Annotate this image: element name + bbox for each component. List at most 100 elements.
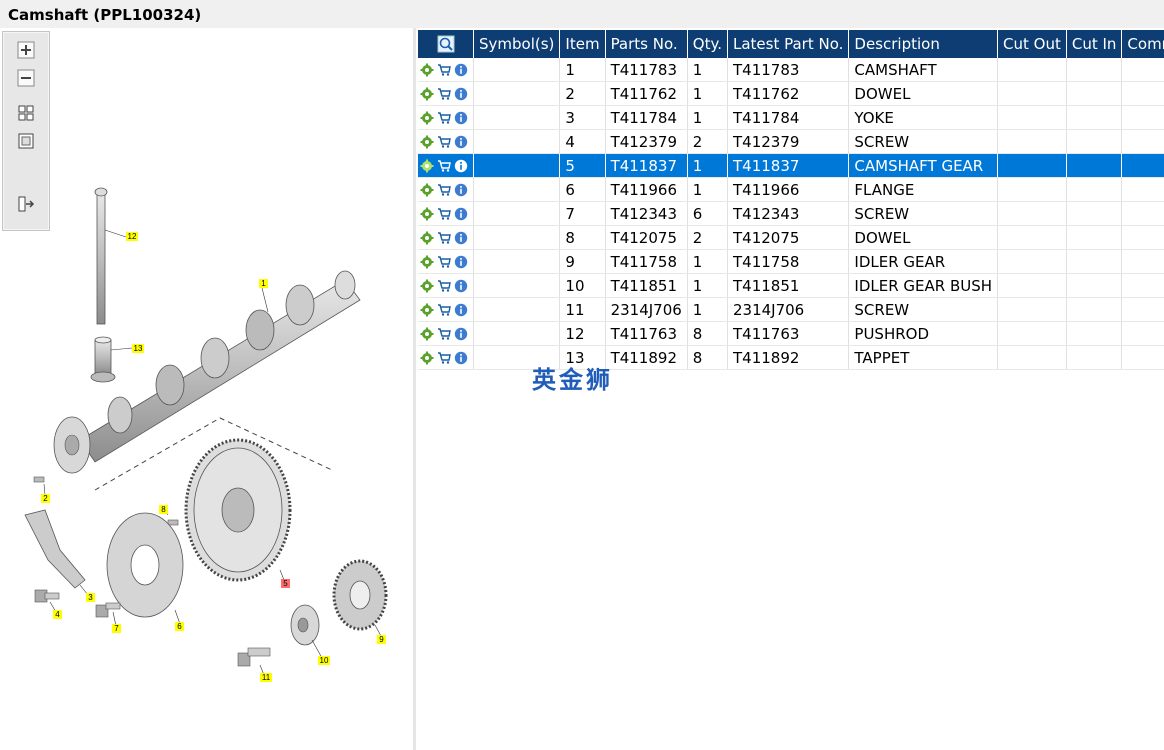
info-icon[interactable] <box>454 303 468 317</box>
cart-icon[interactable] <box>437 87 451 101</box>
header-description[interactable]: Description <box>848 30 999 58</box>
table-row[interactable]: 5 T411837 1 T411837 CAMSHAFT GEAR <box>418 153 1164 178</box>
table-row[interactable]: 2 T411762 1 T411762 DOWEL <box>418 81 1164 106</box>
callout-5[interactable]: 5 <box>281 579 290 588</box>
zoom-find-icon[interactable] <box>437 35 455 53</box>
header-latest-part-no[interactable]: Latest Part No. <box>727 30 850 58</box>
gear-icon[interactable] <box>420 183 434 197</box>
callout-8[interactable]: 8 <box>159 505 168 514</box>
gear-icon[interactable] <box>420 87 434 101</box>
row-cut-in <box>1066 105 1123 130</box>
gear-icon[interactable] <box>420 159 434 173</box>
table-row[interactable]: 9 T411758 1 T411758 IDLER GEAR <box>418 249 1164 274</box>
header-parts-no[interactable]: Parts No. <box>605 30 688 58</box>
callout-7[interactable]: 7 <box>112 624 121 633</box>
camshaft-gear-part[interactable] <box>184 438 292 582</box>
dowel-part[interactable] <box>33 476 45 483</box>
cart-icon[interactable] <box>437 63 451 77</box>
header-comment[interactable]: Comment <box>1121 30 1164 58</box>
yoke-part[interactable] <box>24 509 86 589</box>
callout-2[interactable]: 2 <box>41 494 50 503</box>
info-icon[interactable] <box>454 159 468 173</box>
pushrod-part[interactable] <box>94 187 108 325</box>
gear-icon[interactable] <box>420 135 434 149</box>
table-row[interactable]: 4 T412379 2 T412379 SCREW <box>418 129 1164 154</box>
gear-icon[interactable] <box>420 111 434 125</box>
callout-12[interactable]: 12 <box>126 232 138 241</box>
row-latest-part-no: T411783 <box>727 58 850 82</box>
zoom-in-icon[interactable] <box>16 40 36 60</box>
table-row[interactable]: 11 2314J706 1 2314J706 SCREW <box>418 297 1164 322</box>
header-cut-out[interactable]: Cut Out <box>997 30 1067 58</box>
callout-1[interactable]: 1 <box>259 279 268 288</box>
tappet-part[interactable] <box>90 336 116 383</box>
table-row[interactable]: 8 T412075 2 T412075 DOWEL <box>418 225 1164 250</box>
gear-icon[interactable] <box>420 351 434 365</box>
exploded-diagram[interactable]: 1 2 3 4 5 6 7 8 9 10 11 12 13 <box>0 28 413 750</box>
cart-icon[interactable] <box>437 255 451 269</box>
screw-part-3[interactable] <box>237 647 271 667</box>
zoom-out-icon[interactable] <box>16 68 36 88</box>
svg-text:10: 10 <box>320 656 329 665</box>
gear-icon[interactable] <box>420 63 434 77</box>
idler-gear-bush-part[interactable] <box>290 604 320 646</box>
screw-part[interactable] <box>34 589 60 603</box>
row-cut-in <box>1066 321 1123 346</box>
table-row[interactable]: 3 T411784 1 T411784 YOKE <box>418 105 1164 130</box>
table-row[interactable]: 12 T411763 8 T411763 PUSHROD <box>418 321 1164 346</box>
svg-text:6: 6 <box>177 622 182 631</box>
info-icon[interactable] <box>454 111 468 125</box>
cart-icon[interactable] <box>437 351 451 365</box>
gear-icon[interactable] <box>420 255 434 269</box>
callout-10[interactable]: 10 <box>318 656 330 665</box>
info-icon[interactable] <box>454 255 468 269</box>
header-cut-in[interactable]: Cut In <box>1066 30 1123 58</box>
callout-4[interactable]: 4 <box>53 610 62 619</box>
info-icon[interactable] <box>454 87 468 101</box>
cart-icon[interactable] <box>437 183 451 197</box>
gear-icon[interactable] <box>420 327 434 341</box>
dowel-part-2[interactable] <box>167 519 179 526</box>
gear-icon[interactable] <box>420 303 434 317</box>
callout-3[interactable]: 3 <box>86 593 95 602</box>
info-icon[interactable] <box>454 207 468 221</box>
info-icon[interactable] <box>454 63 468 77</box>
cart-icon[interactable] <box>437 111 451 125</box>
idler-gear-part[interactable] <box>332 559 388 631</box>
fit-page-icon[interactable] <box>16 131 36 151</box>
table-row[interactable]: 1 T411783 1 T411783 CAMSHAFT <box>418 58 1164 82</box>
info-icon[interactable] <box>454 135 468 149</box>
cart-icon[interactable] <box>437 159 451 173</box>
table-row[interactable]: 10 T411851 1 T411851 IDLER GEAR BUSH <box>418 273 1164 298</box>
cart-icon[interactable] <box>437 231 451 245</box>
callout-9[interactable]: 9 <box>377 635 386 644</box>
table-row[interactable]: 13 T411892 8 T411892 TAPPET <box>418 345 1164 370</box>
gear-icon[interactable] <box>420 231 434 245</box>
header-tools[interactable] <box>418 30 474 58</box>
callout-6[interactable]: 6 <box>175 622 184 631</box>
gear-icon[interactable] <box>420 207 434 221</box>
callout-11[interactable]: 11 <box>260 673 272 682</box>
screw-part-2[interactable] <box>95 602 121 618</box>
info-icon[interactable] <box>454 183 468 197</box>
header-item[interactable]: Item <box>559 30 606 58</box>
callout-13[interactable]: 13 <box>132 344 144 353</box>
info-icon[interactable] <box>454 279 468 293</box>
table-row[interactable]: 7 T412343 6 T412343 SCREW <box>418 201 1164 226</box>
gear-icon[interactable] <box>420 279 434 293</box>
header-qty[interactable]: Qty. <box>687 30 729 58</box>
row-item: 4 <box>559 129 606 154</box>
info-icon[interactable] <box>454 351 468 365</box>
cart-icon[interactable] <box>437 303 451 317</box>
export-icon[interactable] <box>16 194 36 214</box>
info-icon[interactable] <box>454 231 468 245</box>
cart-icon[interactable] <box>437 135 451 149</box>
cart-icon[interactable] <box>437 327 451 341</box>
table-row[interactable]: 6 T411966 1 T411966 FLANGE <box>418 177 1164 202</box>
cart-icon[interactable] <box>437 279 451 293</box>
info-icon[interactable] <box>454 327 468 341</box>
header-symbols[interactable]: Symbol(s) <box>473 30 561 58</box>
fit-all-icon[interactable] <box>16 103 36 123</box>
flange-part[interactable] <box>106 512 184 618</box>
cart-icon[interactable] <box>437 207 451 221</box>
